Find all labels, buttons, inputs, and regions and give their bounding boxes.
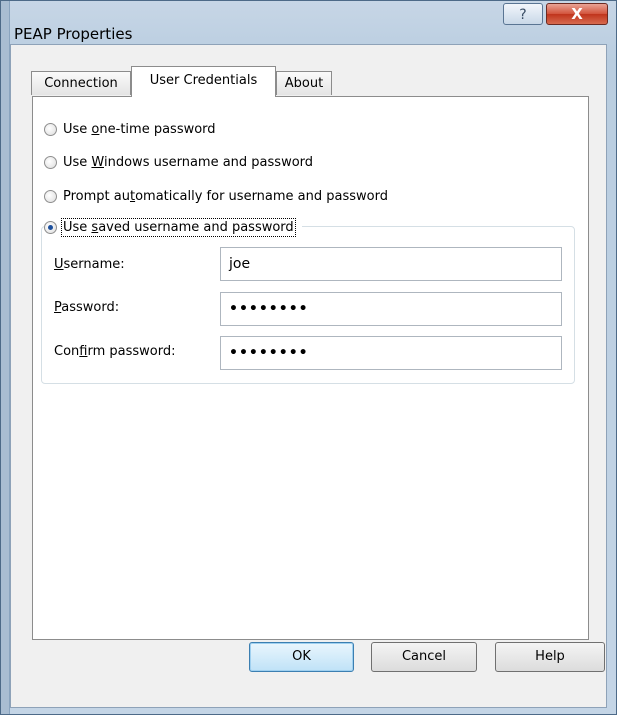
option-label: Use one-time password bbox=[63, 121, 216, 137]
username-label: Username: bbox=[54, 257, 125, 272]
option-label: Use Windows username and password bbox=[63, 154, 314, 170]
tab-about[interactable]: About bbox=[276, 71, 332, 95]
window-left-frame bbox=[1, 1, 10, 714]
option-prompt-automatically[interactable]: Prompt automatically for username and pa… bbox=[44, 186, 388, 206]
option-saved-credentials[interactable]: Use saved username and password bbox=[44, 216, 302, 238]
password-label: Password: bbox=[54, 300, 120, 315]
cancel-button[interactable]: Cancel bbox=[371, 642, 477, 672]
password-field[interactable]: •••••••• bbox=[220, 292, 562, 326]
ok-button[interactable]: OK bbox=[249, 642, 354, 672]
radio-prompt-automatically[interactable] bbox=[44, 189, 57, 203]
confirm-password-field[interactable]: •••••••• bbox=[220, 336, 562, 370]
option-windows-credentials[interactable]: Use Windows username and password bbox=[44, 152, 313, 172]
confirm-password-label: Confirm password: bbox=[54, 344, 176, 359]
title-bar[interactable]: PEAP Properties ? X bbox=[1, 1, 616, 45]
option-one-time-password[interactable]: Use one-time password bbox=[44, 119, 216, 139]
close-icon[interactable]: X bbox=[546, 3, 608, 25]
help-button[interactable]: Help bbox=[495, 642, 605, 672]
help-icon[interactable]: ? bbox=[503, 3, 543, 25]
tab-connection[interactable]: Connection bbox=[31, 71, 131, 95]
radio-one-time-password[interactable] bbox=[44, 122, 57, 136]
radio-saved-credentials[interactable] bbox=[44, 220, 57, 234]
option-label: Prompt automatically for username and pa… bbox=[63, 188, 388, 204]
username-field[interactable]: joe bbox=[220, 247, 562, 281]
radio-windows-credentials[interactable] bbox=[44, 155, 57, 169]
option-label: Use saved username and password bbox=[61, 217, 296, 237]
tab-user-credentials[interactable]: User Credentials bbox=[131, 66, 276, 97]
window-title: PEAP Properties bbox=[14, 25, 133, 43]
